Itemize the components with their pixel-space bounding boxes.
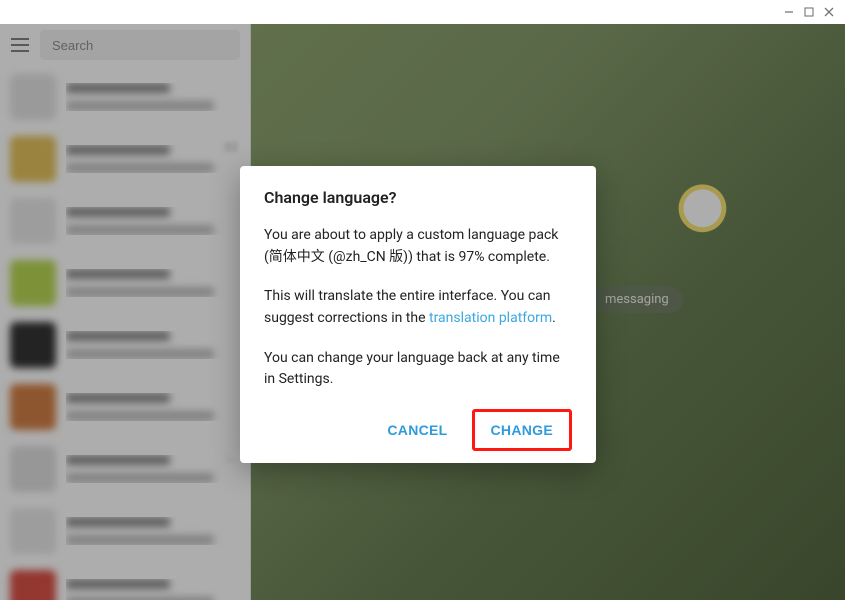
change-language-dialog: Change language? You are about to apply …	[240, 166, 596, 463]
window-minimize-button[interactable]	[779, 3, 799, 21]
change-button[interactable]: CHANGE	[472, 409, 572, 451]
window-maximize-button[interactable]	[799, 3, 819, 21]
language-pack-name: 简体中文 (@zh_CN 版)	[269, 249, 408, 265]
dialog-paragraph-3: You can change your language back at any…	[264, 348, 572, 391]
window-close-button[interactable]	[819, 3, 839, 21]
dialog-paragraph-2: This will translate the entire interface…	[264, 286, 572, 329]
cancel-button[interactable]: CANCEL	[371, 409, 463, 451]
translation-platform-link[interactable]: translation platform	[429, 310, 552, 326]
dialog-title: Change language?	[264, 188, 572, 207]
dialog-text: ) that is 97% complete.	[408, 249, 550, 265]
dialog-text: .	[552, 310, 556, 326]
window-titlebar	[0, 0, 845, 24]
dialog-actions: CANCEL CHANGE	[264, 409, 572, 451]
dialog-paragraph-1: You are about to apply a custom language…	[264, 225, 572, 268]
